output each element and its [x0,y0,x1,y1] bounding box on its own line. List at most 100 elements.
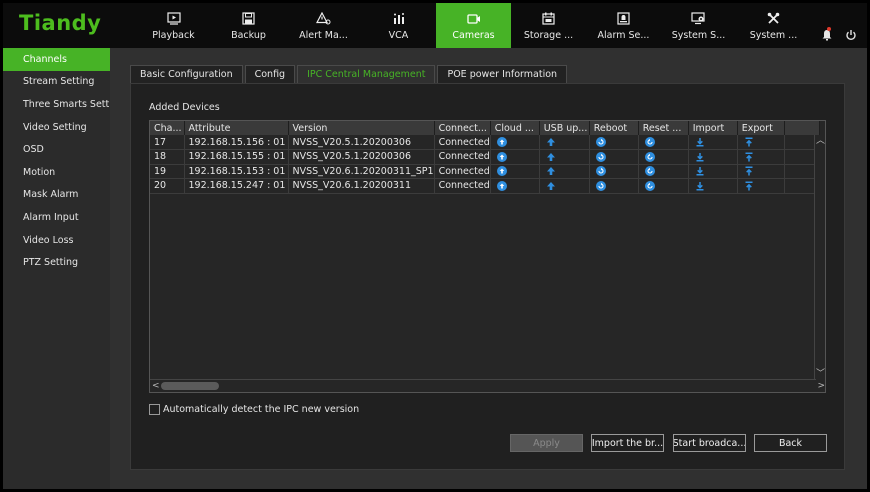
back-button[interactable]: Back [754,434,827,452]
column-header[interactable]: Version [288,121,435,135]
cell-action [490,164,540,179]
power-icon[interactable] [845,29,857,41]
table-row[interactable]: 17 192.168.15.156 : 01 NVSS_V20.5.1.202003… [150,135,820,150]
sidebar-item-channels[interactable]: Channels [3,48,110,71]
camera-icon [466,11,482,27]
cell-action [589,135,639,150]
table-row[interactable]: 19 192.168.15.153 : 01 NVSS_V20.6.1.202003… [150,164,820,179]
cell-action [737,135,785,150]
usb-upgrade-icon[interactable] [544,180,556,191]
reset-icon[interactable] [643,137,655,148]
cell-status: Connected [434,149,491,165]
column-header[interactable]: Connect... [434,121,491,135]
nav-alert[interactable]: Alert Ma... [286,3,361,48]
column-header[interactable]: Cha... [150,121,185,135]
table-row[interactable]: 18 192.168.15.155 : 01 NVSS_V20.5.1.202003… [150,149,820,165]
cell-version: NVSS_V20.6.1.20200311 [288,178,435,194]
column-header[interactable]: USB up... [539,121,590,135]
usb-upgrade-icon[interactable] [544,151,556,162]
sidebar-item-osd[interactable]: OSD [3,138,110,161]
start-broadcast-button[interactable]: Start broadca... [673,434,746,452]
reset-icon[interactable] [643,151,655,162]
sidebar-item-video-loss[interactable]: Video Loss [3,229,110,252]
cell-action [688,178,738,194]
reboot-icon[interactable] [594,151,606,162]
column-header[interactable]: Reboot [589,121,639,135]
nav-playback[interactable]: Playback [136,3,211,48]
cloud-upgrade-icon[interactable] [495,137,507,148]
usb-upgrade-icon[interactable] [544,166,556,177]
cloud-upgrade-icon[interactable] [495,166,507,177]
nav-tools[interactable]: System ... [736,3,811,48]
export-icon[interactable] [742,151,754,162]
column-header[interactable]: Attribute [184,121,289,135]
nav-storage[interactable]: Storage ... [511,3,586,48]
usb-upgrade-icon[interactable] [544,137,556,148]
cell-action [688,135,738,150]
scroll-right-icon[interactable]: > [817,381,825,391]
cloud-upgrade-icon[interactable] [495,180,507,191]
sidebar-item-alarm-input[interactable]: Alarm Input [3,206,110,229]
cloud-upgrade-icon[interactable] [495,151,507,162]
sidebar-item-video-setting[interactable]: Video Setting [3,116,110,139]
cell-action [638,164,689,179]
horizontal-scroll-thumb[interactable] [161,382,219,390]
sidebar: Channels Stream Setting Three Smarts Sett.… [3,48,110,489]
sidebar-item-ptz-setting[interactable]: PTZ Setting [3,251,110,274]
cell-action [638,135,689,150]
column-header[interactable]: Import [688,121,738,135]
column-header[interactable]: Export [737,121,785,135]
tiandy-logo: Tiandy [19,11,102,35]
export-icon[interactable] [742,137,754,148]
tab-basic-configuration[interactable]: Basic Configuration [130,65,243,83]
export-icon[interactable] [742,166,754,177]
vertical-scrollbar[interactable]: ︿ ﹀ [814,135,825,380]
import-icon[interactable] [693,151,705,162]
cell-status: Connected [434,164,491,179]
sidebar-item-stream-setting[interactable]: Stream Setting [3,71,110,94]
cell-attribute: 192.168.15.155 : 01 [184,149,289,165]
tab-config[interactable]: Config [244,65,296,83]
nav-alarm-settings[interactable]: Alarm Se... [586,3,661,48]
cell-action [589,164,639,179]
nav-label: System ... [749,29,798,41]
apply-button[interactable]: Apply [510,434,583,452]
nav-vca[interactable]: VCA [361,3,436,48]
import-icon[interactable] [693,137,705,148]
column-header[interactable]: Reset ... [638,121,689,135]
reboot-icon[interactable] [594,137,606,148]
nav-camera[interactable]: Cameras [436,3,511,48]
import-icon[interactable] [693,166,705,177]
auto-detect-checkbox[interactable] [149,404,160,415]
table-row[interactable]: 20 192.168.15.247 : 01 NVSS_V20.6.1.202003… [150,178,820,194]
notification-bell-icon[interactable] [821,27,833,41]
nav-system-settings[interactable]: System S... [661,3,736,48]
cell-action [539,149,590,165]
export-icon[interactable] [742,180,754,191]
import-icon[interactable] [693,180,705,191]
cell-version: NVSS_V20.5.1.20200306 [288,149,435,165]
column-header[interactable]: Cloud ... [490,121,540,135]
cell-action [638,178,689,194]
reboot-icon[interactable] [594,180,606,191]
tab-bar: Basic Configuration Config IPC Central Man… [130,65,569,83]
reset-icon[interactable] [643,166,655,177]
scroll-up-icon[interactable]: ︿ [816,136,825,146]
cell-status: Connected [434,135,491,150]
import-broadcast-button[interactable]: Import the br... [591,434,664,452]
top-bar: Tiandy Playback Backup Alert Ma... VCA Camer… [3,3,867,48]
cell-action [638,149,689,165]
tab-ipc-central-management[interactable]: IPC Central Management [297,65,436,83]
reboot-icon[interactable] [594,166,606,177]
scroll-left-icon[interactable]: < [152,381,160,391]
tab-poe-power-information[interactable]: POE power Information [437,65,568,83]
sidebar-item-mask-alarm[interactable]: Mask Alarm [3,184,110,207]
auto-detect-row: Automatically detect the IPC new version [149,404,359,415]
horizontal-scrollbar[interactable]: < > [150,379,825,392]
nav-label: Backup [231,29,266,41]
sidebar-item-three-smarts-sett[interactable]: Three Smarts Sett... [3,93,110,116]
sidebar-item-motion[interactable]: Motion [3,161,110,184]
reset-icon[interactable] [643,180,655,191]
scroll-down-icon[interactable]: ﹀ [816,369,825,379]
nav-save[interactable]: Backup [211,3,286,48]
